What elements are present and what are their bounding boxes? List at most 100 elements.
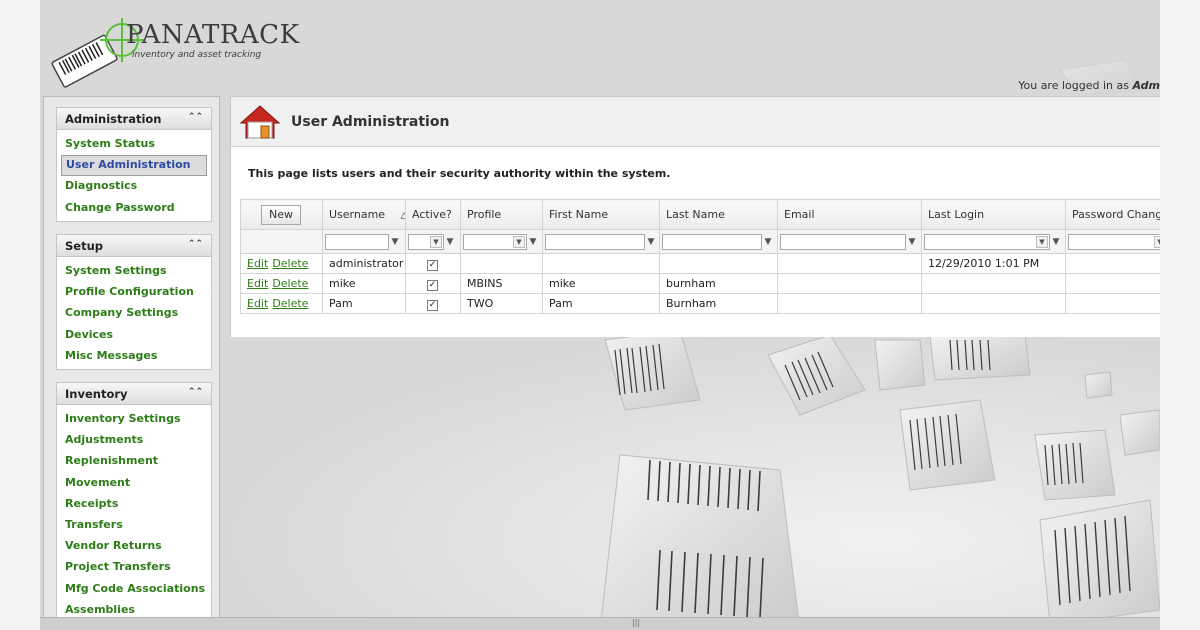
sidebar-item-movement[interactable]: Movement <box>57 473 211 494</box>
cell-active: ✓ <box>405 293 461 314</box>
page-title: User Administration <box>291 114 450 130</box>
sidebar-section-setup: Setup ⌃⌃ System Settings Profile Configu… <box>56 234 212 370</box>
sidebar-item-change-password[interactable]: Change Password <box>57 198 211 219</box>
actions-header: New <box>240 199 323 230</box>
filter-cell-email: ▼ <box>777 229 922 254</box>
sidebar-item-receipts[interactable]: Receipts <box>57 494 211 515</box>
grip-icon[interactable]: ||| <box>632 618 640 627</box>
delete-link[interactable]: Delete <box>272 277 308 290</box>
filter-icon[interactable]: ▼ <box>1050 237 1062 247</box>
sort-ascending-icon[interactable]: △ <box>401 211 405 221</box>
filter-icon[interactable]: ▼ <box>389 237 401 247</box>
row-actions: Edit Delete <box>240 253 323 274</box>
collapse-chevron-icon[interactable]: ⌃⌃ <box>188 239 203 249</box>
sidebar-section-administration: Administration ⌃⌃ System Status User Adm… <box>56 107 212 222</box>
row-actions: Edit Delete <box>240 293 323 314</box>
column-header-last-login[interactable]: Last Login <box>921 199 1066 230</box>
edit-link[interactable]: Edit <box>247 257 268 270</box>
last-name-filter-input[interactable] <box>662 233 762 250</box>
chevron-down-icon[interactable]: ▼ <box>430 235 442 248</box>
brand-logo[interactable]: PANATRACK inventory and asset tracking <box>50 12 299 92</box>
cell-username: administrator <box>322 253 406 274</box>
filter-icon[interactable]: ▼ <box>527 237 539 247</box>
sidebar-item-system-status[interactable]: System Status <box>57 134 211 155</box>
cell-email <box>777 253 922 274</box>
last-login-filter-date[interactable]: ▼ <box>924 233 1050 250</box>
email-filter-input[interactable] <box>780 233 906 250</box>
active-checkbox[interactable]: ✓ <box>427 279 438 291</box>
chevron-down-icon[interactable]: ▼ <box>1036 235 1048 248</box>
profile-filter-select[interactable]: ▼ <box>463 233 527 250</box>
column-header-active[interactable]: Active? <box>405 199 461 230</box>
row-actions: Edit Delete <box>240 273 323 294</box>
filter-cell-last-login: ▼ ▼ <box>921 229 1066 254</box>
new-user-button[interactable]: New <box>261 204 301 225</box>
collapse-chevron-icon[interactable]: ⌃⌃ <box>188 387 203 397</box>
cell-first-name: mike <box>542 273 660 294</box>
cell-profile: TWO <box>460 293 543 314</box>
filter-icon[interactable]: ▼ <box>444 237 456 247</box>
username-filter-input[interactable] <box>325 233 389 250</box>
main-panel: User Administration This page lists user… <box>230 96 1160 337</box>
sidebar-item-mfg-code-associations[interactable]: Mfg Code Associations <box>57 579 211 600</box>
sidebar-item-user-administration[interactable]: User Administration <box>61 155 207 177</box>
delete-link[interactable]: Delete <box>272 297 308 310</box>
section-header-administration[interactable]: Administration ⌃⌃ <box>57 108 211 130</box>
sidebar-item-adjustments[interactable]: Adjustments <box>57 430 211 451</box>
filter-cell-password-changed: ▼ <box>1065 229 1160 254</box>
section-header-inventory[interactable]: Inventory ⌃⌃ <box>57 383 211 405</box>
column-header-first-name[interactable]: First Name <box>542 199 660 230</box>
sidebar-item-inventory-settings[interactable]: Inventory Settings <box>57 409 211 430</box>
collapse-chevron-icon[interactable]: ⌃⌃ <box>188 112 203 122</box>
column-header-last-name[interactable]: Last Name <box>659 199 778 230</box>
active-filter-select[interactable]: ▼ <box>408 233 444 250</box>
filter-icon[interactable]: ▼ <box>645 237 657 247</box>
table-row: Edit Delete administrator ✓ 12/29/2010 1:… <box>240 253 1160 274</box>
edit-link[interactable]: Edit <box>247 297 268 310</box>
page-description: This page lists users and their security… <box>248 167 671 180</box>
active-checkbox[interactable]: ✓ <box>427 299 438 311</box>
sidebar-item-transfers[interactable]: Transfers <box>57 515 211 536</box>
sidebar-item-project-transfers[interactable]: Project Transfers <box>57 557 211 578</box>
cell-last-name <box>659 253 778 274</box>
sidebar-item-misc-messages[interactable]: Misc Messages <box>57 346 211 367</box>
column-header-profile[interactable]: Profile <box>460 199 543 230</box>
sidebar: Administration ⌃⌃ System Status User Adm… <box>43 96 220 620</box>
sidebar-item-replenishment[interactable]: Replenishment <box>57 451 211 472</box>
filter-cell-active: ▼ ▼ <box>405 229 461 254</box>
section-header-setup[interactable]: Setup ⌃⌃ <box>57 235 211 257</box>
column-header-username[interactable]: Username △ <box>322 199 406 230</box>
password-changed-filter-date[interactable]: ▼ <box>1068 233 1160 250</box>
sidebar-item-system-settings[interactable]: System Settings <box>57 261 211 282</box>
sidebar-item-vendor-returns[interactable]: Vendor Returns <box>57 536 211 557</box>
edit-link[interactable]: Edit <box>247 277 268 290</box>
table-header-row: New Username △ Active? Profile First Nam… <box>240 199 1160 230</box>
cell-active: ✓ <box>405 253 461 274</box>
resize-bar[interactable]: ||| <box>40 617 1160 630</box>
cell-username: Pam <box>322 293 406 314</box>
filter-icon[interactable]: ▼ <box>906 237 918 247</box>
right-margin <box>1160 0 1200 630</box>
first-name-filter-input[interactable] <box>545 233 645 250</box>
section-title: Administration <box>65 112 162 126</box>
column-header-email[interactable]: Email <box>777 199 922 230</box>
filter-icon[interactable]: ▼ <box>762 237 774 247</box>
delete-link[interactable]: Delete <box>272 257 308 270</box>
chevron-down-icon[interactable]: ▼ <box>513 235 525 248</box>
cell-email <box>777 293 922 314</box>
house-icon <box>239 105 281 139</box>
active-checkbox[interactable]: ✓ <box>427 259 438 271</box>
filter-cell-profile: ▼ ▼ <box>460 229 543 254</box>
sidebar-item-profile-configuration[interactable]: Profile Configuration <box>57 282 211 303</box>
column-header-password-changed[interactable]: Password Changed <box>1065 199 1160 230</box>
filter-row: ▼ ▼ ▼ ▼ ▼ ▼ ▼ ▼ ▼ ▼ <box>240 229 1160 254</box>
cell-email <box>777 273 922 294</box>
sidebar-item-diagnostics[interactable]: Diagnostics <box>57 176 211 197</box>
cell-password-changed <box>1065 273 1160 294</box>
cell-first-name: Pam <box>542 293 660 314</box>
login-prefix: You are logged in as <box>1018 79 1129 92</box>
sidebar-item-company-settings[interactable]: Company Settings <box>57 303 211 324</box>
cell-last-login <box>921 273 1066 294</box>
login-username[interactable]: Adm <box>1132 79 1160 92</box>
sidebar-item-devices[interactable]: Devices <box>57 325 211 346</box>
